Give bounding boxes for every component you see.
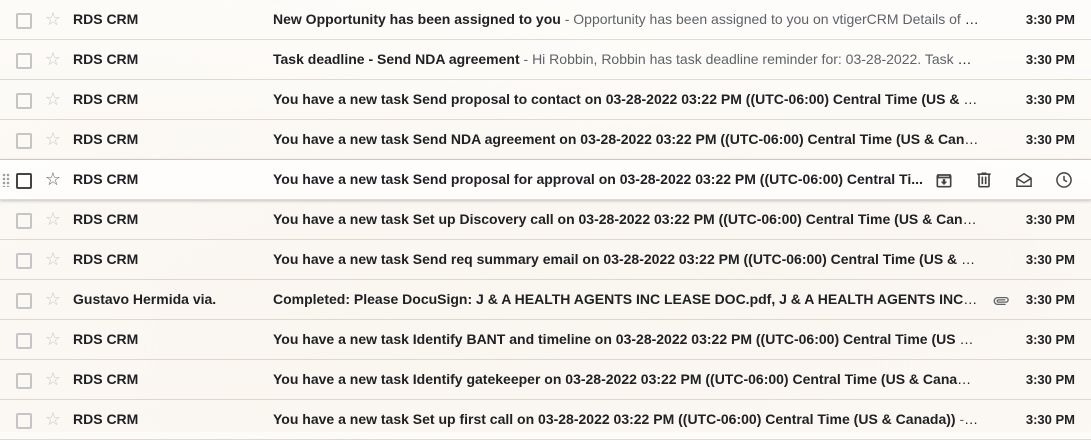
- email-row[interactable]: ☆ RDS CRM Task deadline - Send NDA agreeme…: [0, 40, 1091, 80]
- email-content: Completed: Please DocuSign: J & A HEALTH…: [273, 291, 979, 307]
- email-time: 3:30 PM: [1025, 252, 1075, 267]
- sender-name: Gustavo Hermida via.: [73, 291, 217, 307]
- email-subject: New Opportunity has been assigned to you: [273, 11, 561, 27]
- email-row[interactable]: ☆ RDS CRM You have a new task Send proposa…: [0, 80, 1091, 120]
- select-checkbox[interactable]: [16, 173, 32, 189]
- sender-name: RDS CRM: [73, 411, 139, 427]
- star-icon[interactable]: ☆: [44, 169, 62, 189]
- sender-name: RDS CRM: [73, 91, 139, 107]
- email-subject: You have a new task Send proposal to con…: [273, 91, 979, 107]
- select-checkbox[interactable]: [16, 293, 32, 309]
- sender-name: RDS CRM: [73, 211, 139, 227]
- email-subject: You have a new task Send req summary ema…: [273, 251, 979, 267]
- email-time: 3:30 PM: [1025, 372, 1075, 387]
- select-checkbox[interactable]: [16, 413, 32, 429]
- star-icon[interactable]: ☆: [44, 209, 62, 229]
- email-subject: You have a new task Identify BANT and ti…: [273, 331, 979, 347]
- select-checkbox[interactable]: [16, 13, 32, 29]
- select-checkbox[interactable]: [16, 373, 32, 389]
- star-icon[interactable]: ☆: [44, 249, 62, 269]
- email-row[interactable]: ☆ RDS CRM You have a new task Identify BAN…: [0, 320, 1091, 360]
- email-row[interactable]: ☆ Gustavo Hermida via. Completed: Please D…: [0, 280, 1091, 320]
- email-time: 3:30 PM: [1025, 332, 1075, 347]
- sender-name: RDS CRM: [73, 331, 139, 347]
- email-row[interactable]: ☆ RDS CRM You have a new task Set up first…: [0, 400, 1091, 440]
- email-content: Task deadline - Send NDA agreement - Hi …: [273, 51, 979, 67]
- email-content: You have a new task Set up first call on…: [273, 411, 979, 427]
- select-checkbox[interactable]: [16, 213, 32, 229]
- email-content: You have a new task Identify BANT and ti…: [273, 331, 979, 347]
- select-checkbox[interactable]: [16, 93, 32, 109]
- select-checkbox[interactable]: [16, 133, 32, 149]
- star-icon[interactable]: ☆: [44, 409, 62, 429]
- email-subject: You have a new task Set up Discovery cal…: [273, 211, 979, 227]
- email-content: New Opportunity has been assigned to you…: [273, 11, 979, 27]
- email-time: 3:30 PM: [1025, 212, 1075, 227]
- star-icon[interactable]: ☆: [44, 369, 62, 389]
- email-time: 3:30 PM: [1025, 292, 1075, 307]
- snooze-icon[interactable]: [1054, 170, 1074, 190]
- email-time: 3:30 PM: [1025, 12, 1075, 27]
- select-checkbox[interactable]: [16, 53, 32, 69]
- email-row[interactable]: ☆ RDS CRM You have a new task Send proposa…: [0, 160, 1091, 200]
- email-row[interactable]: ☆ RDS CRM You have a new task Identify gat…: [0, 360, 1091, 400]
- mark-as-read-icon[interactable]: [1014, 170, 1034, 190]
- sender-name: RDS CRM: [73, 371, 139, 387]
- star-icon[interactable]: ☆: [44, 289, 62, 309]
- delete-icon[interactable]: [974, 170, 994, 190]
- sender-name: RDS CRM: [73, 131, 139, 147]
- row-actions: [934, 170, 1074, 190]
- attachment-icon: [992, 292, 1010, 308]
- email-row[interactable]: ☆ RDS CRM New Opportunity has been assigne…: [0, 0, 1091, 40]
- email-time: 3:30 PM: [1025, 132, 1075, 147]
- drag-handle-icon[interactable]: [2, 173, 10, 187]
- star-icon[interactable]: ☆: [44, 9, 62, 29]
- email-snippet: - Opportunity has been assigned to you o…: [560, 11, 979, 27]
- email-list: ☆ RDS CRM New Opportunity has been assigne…: [0, 0, 1091, 440]
- sender-name: RDS CRM: [73, 11, 139, 27]
- sender-name: RDS CRM: [73, 51, 139, 67]
- email-row[interactable]: ☆ RDS CRM You have a new task Send NDA agr…: [0, 120, 1091, 160]
- select-checkbox[interactable]: [16, 333, 32, 349]
- email-time: 3:30 PM: [1025, 52, 1075, 67]
- email-time: 3:30 PM: [1025, 92, 1075, 107]
- email-content: You have a new task Send NDA agreement o…: [273, 131, 979, 147]
- sender-name: RDS CRM: [73, 171, 139, 187]
- star-icon[interactable]: ☆: [44, 49, 62, 69]
- email-subject: You have a new task Identify gatekeeper …: [273, 371, 979, 387]
- star-icon[interactable]: ☆: [44, 129, 62, 149]
- archive-icon[interactable]: [934, 170, 954, 190]
- email-subject: Completed: Please DocuSign: J & A HEALTH…: [273, 291, 979, 307]
- star-icon[interactable]: ☆: [44, 89, 62, 109]
- star-icon[interactable]: ☆: [44, 329, 62, 349]
- email-time: 3:30 PM: [1025, 412, 1075, 427]
- email-subject: You have a new task Send proposal for ap…: [273, 171, 923, 187]
- email-snippet: - H...: [959, 411, 979, 427]
- email-content: You have a new task Set up Discovery cal…: [273, 211, 979, 227]
- email-content: You have a new task Send proposal to con…: [273, 91, 979, 107]
- select-checkbox[interactable]: [16, 253, 32, 269]
- sender-name: RDS CRM: [73, 251, 139, 267]
- email-row[interactable]: ☆ RDS CRM You have a new task Set up Disco…: [0, 200, 1091, 240]
- email-row[interactable]: ☆ RDS CRM You have a new task Send req sum…: [0, 240, 1091, 280]
- email-content: You have a new task Send req summary ema…: [273, 251, 979, 267]
- email-content: You have a new task Send proposal for ap…: [273, 171, 923, 187]
- email-snippet: - Hi Robbin, Robbin has task deadline re…: [519, 51, 980, 67]
- email-subject: You have a new task Send NDA agreement o…: [273, 131, 979, 147]
- email-content: You have a new task Identify gatekeeper …: [273, 371, 979, 387]
- email-subject: You have a new task Set up first call on…: [273, 411, 956, 427]
- email-subject: Task deadline - Send NDA agreement: [273, 51, 520, 67]
